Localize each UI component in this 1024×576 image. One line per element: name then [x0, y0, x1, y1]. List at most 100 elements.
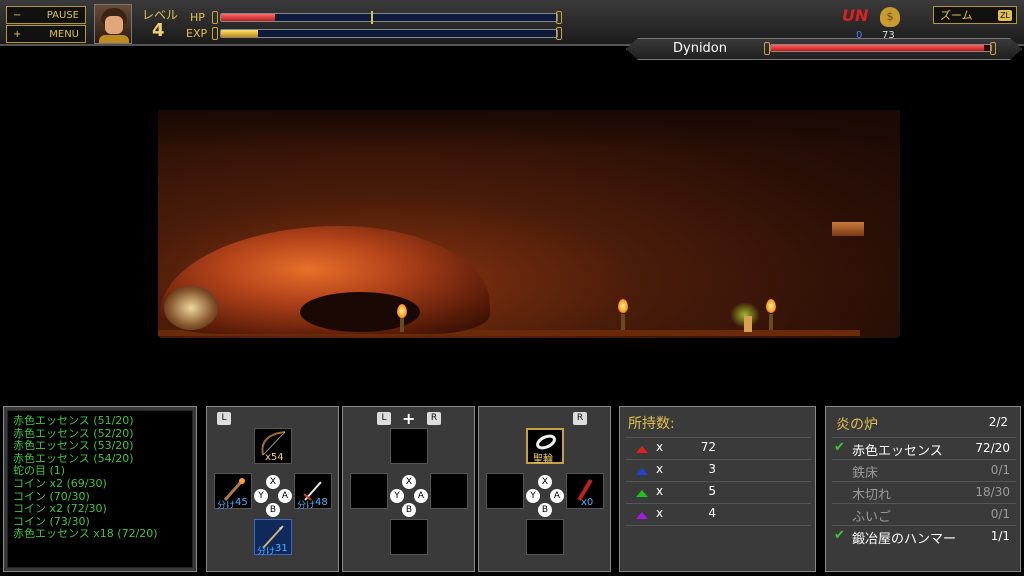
b-button-icon: B — [266, 503, 280, 517]
quest-progress: 2/2 — [988, 415, 1008, 429]
pause-button[interactable]: − PAUSE — [6, 6, 86, 24]
plus-icon: + — [13, 28, 22, 40]
quest-title: 炎の炉 — [836, 417, 878, 433]
slot-left-torch[interactable]: 分け 45 — [214, 473, 252, 511]
quest-item-name: 赤色エッセンス — [852, 444, 943, 459]
stock-row-green: x 5 — [626, 481, 811, 503]
stock-row-purple: x 4 — [626, 503, 811, 525]
exp-bar-cap-right — [556, 27, 562, 40]
torch — [769, 314, 773, 330]
quest-panel: 炎の炉 2/2 ✔ 赤色エッセンス 72/20 鉄床 0/1 木切れ 18/30… — [825, 406, 1021, 572]
exp-bar-cap-left — [212, 27, 218, 40]
l-shoulder-badge: L — [217, 412, 231, 425]
hp-bar-cap-left — [212, 11, 218, 24]
un-icon: UN — [842, 6, 869, 25]
quest-item-name: 鉄床 — [852, 466, 879, 481]
slot-up-holy-ring[interactable]: 聖輪 — [526, 428, 564, 465]
quest-item-name: 木切れ — [852, 488, 892, 503]
y-button-icon: Y — [390, 489, 404, 503]
essence-stock-panel: 所持数: x 72 x 3 x 5 x 4 — [619, 406, 816, 572]
slot-down-tag: 分け — [257, 547, 276, 557]
zl-button-badge: ZL — [998, 9, 1012, 21]
b-button-icon: B — [402, 503, 416, 517]
slot-right-tag: 分け — [297, 501, 316, 511]
slot-down-empty[interactable] — [526, 519, 564, 555]
quest-item: ✔ 鍛冶屋のハンマー 1/1 — [832, 525, 1016, 547]
quest-item-count: 0/1 — [990, 507, 1010, 521]
log-line: コイン x2 (72/30) — [13, 502, 107, 516]
item-pad-lr: L + R X Y A B — [342, 406, 475, 572]
slot-down-count: 31 — [275, 543, 288, 554]
x-button-icon: X — [266, 475, 280, 489]
zoom-label: ズーム — [940, 9, 973, 22]
boss-mouth — [164, 286, 218, 330]
money-bag-icon: $ — [880, 7, 900, 27]
menu-button[interactable]: + MENU — [6, 25, 86, 43]
boss-name: Dynidon — [673, 41, 727, 56]
slot-right-empty[interactable] — [430, 473, 468, 509]
slot-up-bow[interactable]: x54 — [254, 428, 292, 464]
slot-down-empty[interactable] — [390, 519, 428, 555]
quest-item-count: 1/1 — [990, 529, 1010, 543]
slot-left-empty[interactable] — [486, 473, 524, 509]
pickup-log-panel: 赤色エッセンス (51/20) 赤色エッセンス (52/20) 赤色エッセンス … — [3, 406, 197, 572]
hp-bar — [220, 13, 558, 22]
item-pad-r: R 聖輪 x0 X Y A B — [478, 406, 611, 572]
slot-left-empty[interactable] — [350, 473, 388, 509]
quest-item-count: 72/20 — [975, 441, 1010, 455]
quest-item: ✔ 赤色エッセンス 72/20 — [832, 437, 1016, 459]
torch-flame — [618, 299, 628, 313]
quest-item-count: 18/30 — [975, 485, 1010, 499]
quest-item-name: 鍛冶屋のハンマー — [852, 532, 957, 547]
boss-bar-cap-right — [990, 42, 996, 55]
a-button-icon: A — [278, 489, 292, 503]
hp-bar-fill — [221, 14, 275, 21]
quest-item: 鉄床 0/1 — [832, 459, 1016, 481]
slot-up-count: x54 — [265, 452, 284, 463]
boss-health-fill — [771, 45, 985, 51]
wooden-ledge — [832, 222, 864, 236]
quest-item-name: ふいご — [852, 510, 892, 525]
slot-up-empty[interactable] — [390, 428, 428, 464]
slot-right-potion[interactable]: x0 — [566, 473, 604, 509]
torch-flame — [397, 304, 407, 318]
stock-title: 所持数: — [628, 416, 675, 432]
slot-up-name: 聖輪 — [533, 454, 553, 465]
torch-flame — [766, 299, 776, 313]
log-line: 赤色エッセンス (51/20) — [13, 414, 134, 427]
log-line: コイン x2 (69/30) — [13, 476, 107, 490]
log-line: 赤色エッセンス (53/20) — [13, 439, 134, 453]
cave-ceiling — [158, 110, 900, 150]
stock-times: x — [656, 484, 664, 498]
stock-divider — [626, 525, 811, 526]
exp-bar-fill — [221, 30, 258, 37]
a-button-icon: A — [414, 489, 428, 503]
stock-times: x — [656, 462, 664, 476]
y-button-icon: Y — [254, 489, 268, 503]
plus-icon: + — [402, 409, 416, 428]
slot-down-spear[interactable]: 分け 31 — [254, 519, 292, 557]
stock-count: 4 — [708, 506, 716, 520]
hp-bar-cap-right — [556, 11, 562, 24]
zoom-button[interactable]: ズーム ZL — [933, 6, 1017, 24]
b-button-icon: B — [538, 503, 552, 517]
x-button-icon: X — [538, 475, 552, 489]
stock-times: x — [656, 506, 664, 520]
quest-item: 木切れ 18/30 — [832, 481, 1016, 503]
stock-count: 72 — [700, 440, 716, 454]
blue-essence-icon — [636, 468, 648, 475]
minus-icon: − — [13, 9, 22, 21]
hp-bar-marker — [371, 11, 373, 24]
stock-count: 5 — [708, 484, 716, 498]
check-icon: ✔ — [834, 440, 845, 455]
l-shoulder-badge: L — [377, 412, 391, 425]
player-character — [730, 302, 760, 334]
slot-right-dagger[interactable]: 分け 48 — [294, 473, 332, 511]
check-icon: ✔ — [834, 528, 845, 543]
level-value: 4 — [152, 20, 165, 41]
stock-count: 3 — [708, 462, 716, 476]
quest-item: ふいご 0/1 — [832, 503, 1016, 525]
r-shoulder-badge: R — [427, 412, 441, 425]
slot-left-count: 45 — [235, 497, 248, 508]
a-button-icon: A — [550, 489, 564, 503]
